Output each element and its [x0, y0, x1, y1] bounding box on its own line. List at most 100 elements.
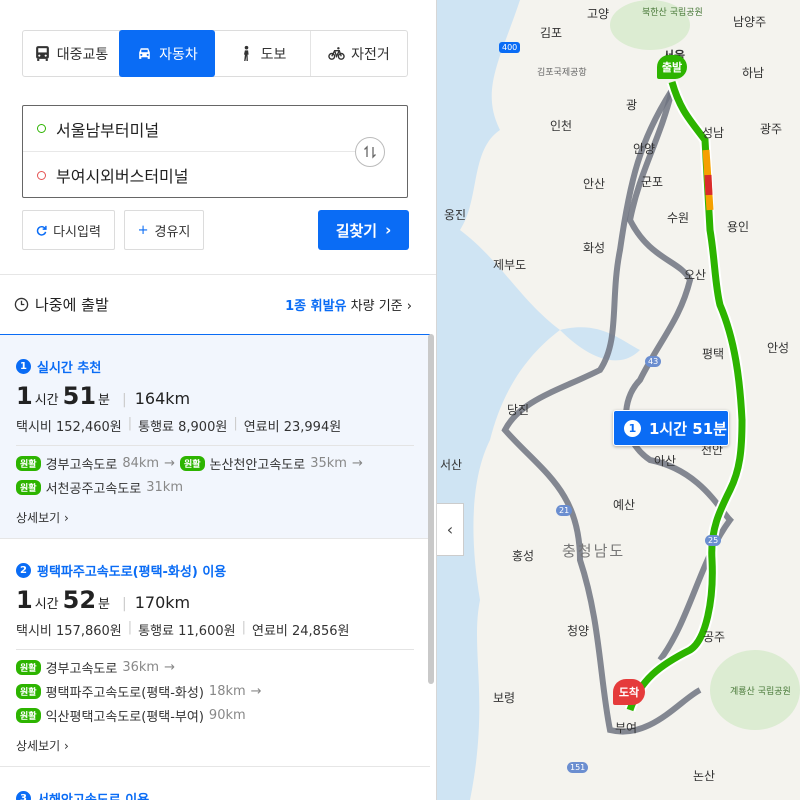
chevron-left-icon: ‹	[446, 520, 454, 539]
start-pin[interactable]: 출발	[657, 55, 687, 79]
road-list: 원활 경부고속도로 36km →	[16, 658, 414, 677]
separator: |	[122, 596, 127, 612]
traffic-status-badge: 원활	[16, 708, 41, 723]
fuel-type-value: 1종 휘발유	[285, 299, 347, 314]
traffic-status-badge: 원활	[16, 660, 41, 675]
route-result-1[interactable]: 1 실시간 추천 1 시간 51 분 | 164km 택시비 152,460원 …	[0, 334, 430, 538]
route-number-badge: 2	[16, 563, 31, 578]
bicycle-icon	[328, 47, 345, 60]
swap-icon	[364, 145, 376, 159]
road-name: 서천공주고속도로	[45, 482, 142, 497]
road-distance: 90km	[208, 708, 246, 723]
tab-public-transit[interactable]: 대중교통	[23, 31, 120, 76]
separator: |	[122, 392, 127, 408]
highway-shield: 25	[705, 535, 722, 546]
route-duration-badge[interactable]: 1 1시간 51분	[613, 410, 729, 446]
route-duration: 1 시간 51 분 | 164km	[16, 382, 414, 410]
add-waypoint-button[interactable]: + 경유지	[124, 210, 204, 250]
route-title-text: 서해안고속도로 이용	[37, 789, 149, 800]
route-title: 2 평택파주고속도로(평택-화성) 이용	[16, 561, 414, 580]
toll-fee: 통행료 11,600원	[138, 624, 236, 639]
directions-panel: 대중교통 자동차 도보 자전거 서울남부터미널 부여시외버스터미널 다시입력 +…	[0, 0, 437, 800]
tab-walk-label: 도보	[260, 46, 287, 63]
map-label: 논산	[693, 769, 716, 783]
map-label: 남양주	[733, 15, 767, 29]
map-label: 인천	[550, 119, 573, 133]
highway-shield: 43	[645, 356, 662, 367]
refresh-icon	[36, 225, 47, 236]
road-name: 논산천안고속도로	[209, 458, 306, 473]
map-label: 홍성	[512, 549, 535, 563]
road-distance: 36km	[122, 660, 160, 675]
road-distance: 84km	[122, 456, 160, 471]
reset-button[interactable]: 다시입력	[22, 210, 115, 250]
map-label: 수원	[667, 211, 690, 225]
collapse-panel-button[interactable]: ‹	[437, 503, 464, 556]
map-label: 고양	[587, 7, 610, 21]
map-label: 화성	[583, 241, 606, 255]
map-label: 예산	[613, 498, 636, 512]
hours-value: 1	[16, 382, 33, 410]
swap-button[interactable]	[355, 137, 385, 167]
divider	[16, 649, 414, 650]
map-label: 부여	[615, 721, 638, 735]
map-label: 김포	[540, 26, 563, 40]
route-result-3[interactable]: 3 서해안고속도로 이용	[0, 766, 430, 800]
start-value: 서울남부터미널	[56, 120, 160, 140]
route-title: 3 서해안고속도로 이용	[16, 789, 414, 800]
hours-unit: 시간	[34, 597, 59, 612]
highway-shield: 151	[567, 762, 589, 773]
fuel-type-selector[interactable]: 1종 휘발유 차량 기준 ›	[285, 295, 412, 314]
detail-label: 상세보기	[16, 739, 61, 753]
start-input[interactable]: 서울남부터미널	[23, 106, 363, 152]
find-route-button[interactable]: 길찾기 ›	[318, 210, 409, 250]
minutes-value: 52	[62, 586, 97, 614]
distance: 164km	[134, 389, 191, 408]
chevron-right-icon: ›	[64, 511, 69, 525]
map-label: 용인	[727, 220, 750, 234]
map-label: 광주	[760, 122, 783, 136]
map-label: 평택	[702, 347, 725, 361]
chevron-right-icon: ›	[64, 739, 69, 753]
plus-icon: +	[137, 222, 149, 238]
map-label: 하남	[742, 66, 765, 80]
destination-input[interactable]: 부여시외버스터미널	[23, 152, 363, 198]
route-duration: 1 시간 52 분 | 170km	[16, 586, 414, 614]
detail-link[interactable]: 상세보기 ›	[16, 509, 414, 526]
tab-bicycle[interactable]: 자전거	[311, 31, 407, 76]
map-poi-label: 북한산 국립공원	[642, 8, 703, 18]
depart-later-label: 나중에 출발	[35, 296, 109, 314]
waypoint-label: 경유지	[154, 224, 191, 240]
highway-shield: 400	[499, 42, 521, 53]
distance: 170km	[134, 593, 191, 612]
route-number-badge: 1	[624, 419, 641, 437]
depart-later-button[interactable]: 나중에 출발	[14, 294, 109, 315]
route-result-2[interactable]: 2 평택파주고속도로(평택-화성) 이용 1 시간 52 분 | 170km 택…	[0, 538, 430, 766]
road-name: 경부고속도로	[45, 662, 118, 677]
detail-label: 상세보기	[16, 511, 61, 525]
taxi-fare: 택시비 152,460원	[16, 420, 122, 435]
route-title-text: 실시간 추천	[37, 361, 102, 376]
road-distance: 35km	[310, 456, 347, 471]
map-label: 안양	[633, 142, 656, 156]
destination-value: 부여시외버스터미널	[56, 167, 189, 186]
road-list: 원활 서천공주고속도로 31km	[16, 478, 414, 497]
scrollbar-thumb[interactable]	[428, 334, 434, 684]
tab-walk[interactable]: 도보	[214, 31, 311, 76]
route-input-box: 서울남부터미널 부여시외버스터미널	[22, 105, 408, 198]
road-list: 원활 경부고속도로 84km → 원활 논산천안고속도로 35km →	[16, 454, 414, 473]
route-title-text: 평택파주고속도로(평택-화성) 이용	[37, 565, 227, 580]
road-distance: 31km	[146, 480, 183, 495]
hours-value: 1	[16, 586, 33, 614]
map-label: 군포	[641, 175, 664, 189]
route-title: 1 실시간 추천	[16, 357, 414, 376]
divider	[0, 274, 436, 275]
arrow-right-icon: →	[164, 456, 175, 471]
destination-pin[interactable]: 도착	[613, 679, 645, 705]
road-name: 평택파주고속도로(평택-화성)	[45, 686, 204, 701]
map-label: 오산	[684, 268, 707, 282]
arrow-right-icon: →	[164, 660, 175, 675]
map-label: 공주	[703, 630, 726, 644]
tab-car[interactable]: 자동차	[119, 30, 215, 77]
detail-link[interactable]: 상세보기 ›	[16, 737, 414, 754]
